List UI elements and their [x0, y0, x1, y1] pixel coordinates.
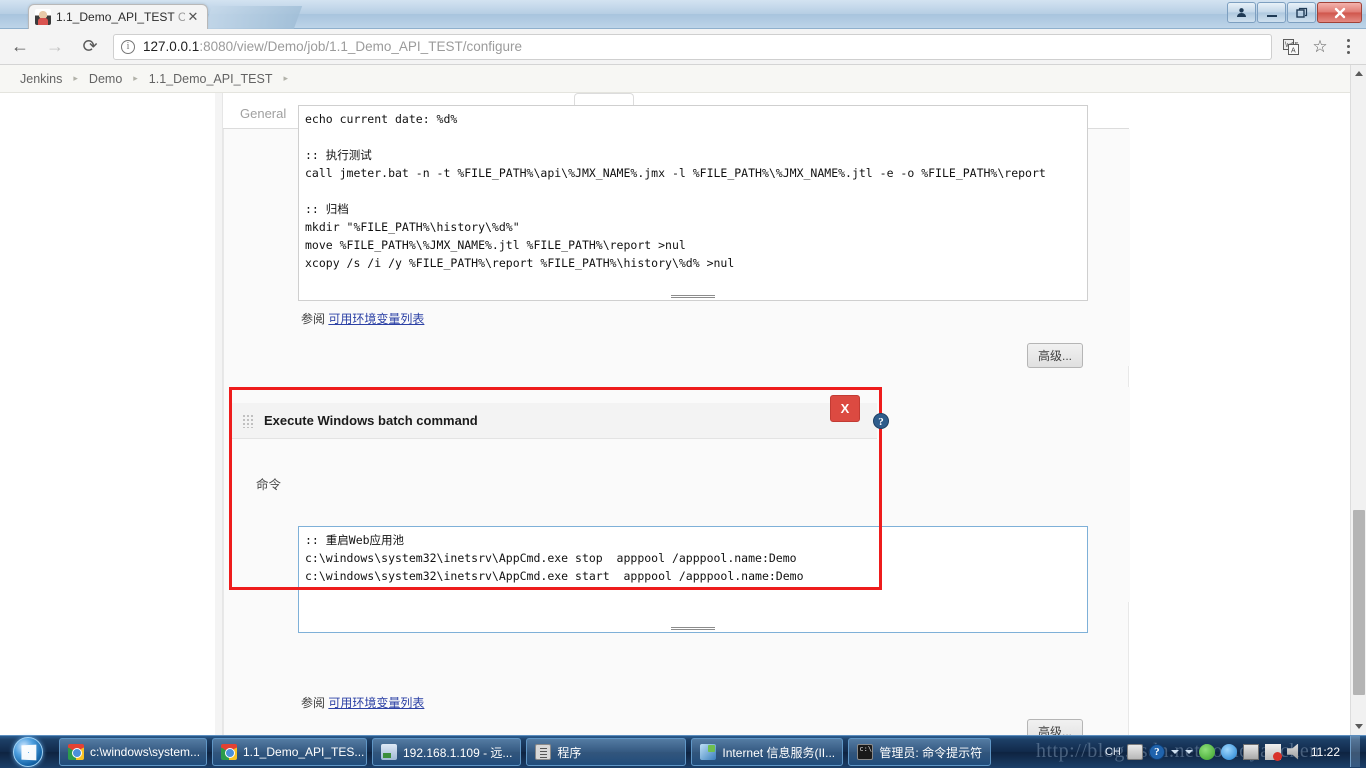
build-step-2-title: Execute Windows batch command [264, 413, 478, 428]
display-icon[interactable] [1242, 743, 1259, 760]
sidebar-rail [215, 93, 223, 735]
action-center-flag-icon[interactable] [1264, 743, 1282, 761]
build-step-2-header: Execute Windows batch command [232, 403, 877, 439]
see-also-1: 参阅 可用环境变量列表 [301, 310, 424, 327]
browser-window: 1.1_Demo_API_TEST Co ✕ ← → ⟳ i 127.0.0.1… [0, 0, 1366, 735]
address-bar[interactable]: i 127.0.0.1:8080/view/Demo/job/1.1_Demo_… [113, 33, 1272, 60]
command-field-label: 命令 [256, 478, 282, 492]
ime-indicator[interactable]: CH [1105, 746, 1121, 758]
close-icon [1334, 7, 1345, 18]
clock[interactable]: 11:22 [1311, 745, 1340, 759]
config-panel: General 源码管理 构建触发器 构建环境 构建 构建后操作 echo cu… [223, 93, 1130, 735]
drag-handle-icon[interactable] [242, 413, 254, 428]
see-also-prefix: 参阅 [301, 696, 326, 710]
see-also-prefix: 参阅 [301, 312, 326, 326]
svg-text:A: A [1291, 47, 1296, 54]
user-profile-button[interactable] [1227, 2, 1256, 23]
window-titlebar: 1.1_Demo_API_TEST Co ✕ [0, 0, 1366, 29]
qq-icon[interactable] [1220, 743, 1237, 760]
start-button[interactable] [2, 737, 54, 768]
help-icon[interactable]: ? [873, 413, 889, 429]
breadcrumb-item-jenkins[interactable]: Jenkins [20, 72, 62, 86]
minimize-icon [1266, 14, 1277, 17]
build-steps-form: echo current date: %d% :: 执行测试 call jmet… [223, 105, 1130, 735]
back-button[interactable]: ← [5, 32, 35, 62]
volume-icon[interactable] [1286, 743, 1299, 760]
restore-icon [1295, 7, 1307, 18]
command-textarea-2[interactable]: :: 重启Web应用池 c:\windows\system32\inetsrv\… [298, 526, 1088, 633]
window-controls [1227, 2, 1362, 23]
textarea-resize-grip[interactable] [671, 294, 715, 299]
taskbar-item-1[interactable]: c:\windows\system... [59, 738, 207, 766]
taskbar-item-5[interactable]: Internet 信息服务(II... [691, 738, 844, 766]
forward-button[interactable]: → [40, 32, 70, 62]
show-desktop-button[interactable] [1350, 736, 1360, 767]
reload-button[interactable]: ⟳ [75, 32, 105, 62]
taskbar-item-3[interactable]: 192.168.1.109 - 远... [372, 738, 522, 766]
windows-logo-icon [13, 737, 43, 767]
chrome-icon [68, 744, 84, 760]
scroll-down-arrow[interactable] [1351, 718, 1366, 735]
restore-button[interactable] [1287, 2, 1316, 23]
taskbar-item-label: 192.168.1.109 - 远... [403, 745, 513, 760]
minimize-button[interactable] [1257, 2, 1286, 23]
ime-expand-icon[interactable] [1170, 749, 1179, 754]
build-step-batch-1: echo current date: %d% :: 执行测试 call jmet… [224, 105, 1130, 368]
wechat-icon[interactable] [1198, 743, 1215, 760]
taskbar-item-4[interactable]: 程序 [526, 738, 687, 766]
browser-toolbar: ← → ⟳ i 127.0.0.1:8080/view/Demo/job/1.1… [0, 29, 1366, 65]
browser-menu-button[interactable] [1336, 39, 1360, 54]
close-window-button[interactable] [1317, 2, 1362, 23]
iis-icon [700, 744, 717, 760]
breadcrumb-item-demo[interactable]: Demo [89, 72, 122, 86]
browser-tab-title: 1.1_Demo_API_TEST Co [56, 10, 185, 24]
ime-help-icon[interactable]: ? [1148, 743, 1165, 760]
program-icon [535, 744, 552, 760]
see-also-2: 参阅 可用环境变量列表 [301, 694, 424, 711]
user-icon [1237, 8, 1246, 17]
taskbar-item-label: 管理员: 命令提示符 [879, 745, 983, 760]
taskbar-item-2[interactable]: 1.1_Demo_API_TES... [212, 738, 367, 766]
command-textarea-2-outer: :: 重启Web应用池 c:\windows\system32\inetsrv\… [298, 526, 1088, 633]
tab-general[interactable]: General [223, 97, 303, 129]
cmd-icon [857, 744, 874, 760]
bookmark-star-icon[interactable]: ☆ [1307, 34, 1333, 60]
browser-tab[interactable]: 1.1_Demo_API_TEST Co ✕ [28, 4, 208, 29]
textarea-resize-grip[interactable] [671, 626, 715, 631]
tabstrip-background [203, 6, 303, 29]
system-tray: CH ? 11:22 [1105, 735, 1366, 768]
site-info-icon[interactable]: i [121, 39, 135, 54]
breadcrumb-separator: ▸ [73, 73, 78, 83]
taskbar-item-label: Internet 信息服务(II... [722, 745, 836, 760]
taskbar-item-label: 程序 [557, 745, 582, 760]
page-content: Jenkins ▸ Demo ▸ 1.1_Demo_API_TEST ▸ Gen… [0, 65, 1366, 735]
command-textarea-1[interactable]: echo current date: %d% :: 执行测试 call jmet… [298, 105, 1088, 301]
taskbar-item-label: 1.1_Demo_API_TES... [243, 745, 365, 759]
breadcrumb: Jenkins ▸ Demo ▸ 1.1_Demo_API_TEST ▸ [0, 65, 1351, 93]
command-textarea-1-wrap: echo current date: %d% :: 执行测试 call jmet… [298, 105, 1088, 301]
address-bar-url: 127.0.0.1:8080/view/Demo/job/1.1_Demo_AP… [143, 39, 522, 54]
env-variables-link[interactable]: 可用环境变量列表 [328, 696, 424, 710]
page-scrollbar[interactable] [1350, 65, 1366, 735]
jenkins-favicon-icon [35, 9, 51, 25]
translate-icon[interactable]: \u6587A [1278, 34, 1304, 60]
env-variables-link[interactable]: 可用环境变量列表 [328, 312, 424, 326]
scroll-up-arrow[interactable] [1351, 65, 1366, 82]
breadcrumb-item-job[interactable]: 1.1_Demo_API_TEST [149, 72, 273, 86]
breadcrumb-separator-trailing: ▸ [283, 73, 288, 83]
advanced-button-1[interactable]: 高级... [1027, 343, 1083, 368]
advanced-button-2[interactable]: 高级... [1027, 719, 1083, 735]
remote-desktop-icon [381, 744, 397, 760]
breadcrumb-separator: ▸ [133, 73, 138, 83]
taskbar-item-6[interactable]: 管理员: 命令提示符 [848, 738, 992, 766]
chrome-icon [221, 744, 237, 760]
taskbar-item-label: c:\windows\system... [90, 745, 201, 759]
keyboard-icon[interactable] [1126, 743, 1143, 760]
scrollbar-thumb[interactable] [1353, 510, 1365, 695]
tab-close-icon[interactable]: ✕ [185, 10, 201, 24]
show-hidden-icons-icon[interactable] [1184, 749, 1193, 754]
delete-build-step-button[interactable]: X [830, 395, 860, 422]
